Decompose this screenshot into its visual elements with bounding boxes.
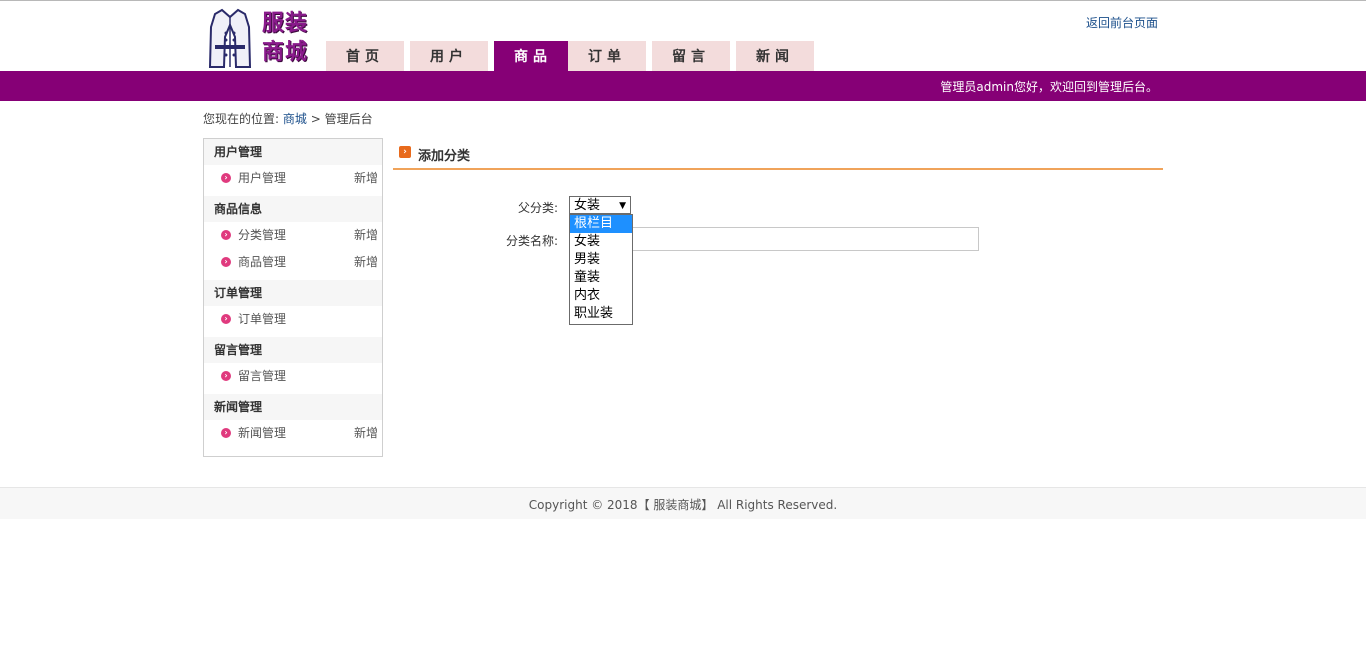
- chevron-right-icon: ›: [221, 257, 231, 267]
- sidebar-group-title: 订单管理: [204, 280, 382, 306]
- sidebar: 用户管理 › 用户管理 新增 商品信息 › 分类管理 新增 › 商品管理 新增 …: [203, 138, 383, 457]
- top-border: [0, 0, 1366, 1]
- sidebar-link[interactable]: 用户管理: [238, 165, 286, 192]
- dropdown-option-men[interactable]: 男装: [570, 251, 632, 269]
- parent-category-label: 父分类:: [517, 201, 558, 215]
- parent-category-select[interactable]: 女装 ▼: [569, 196, 631, 214]
- sidebar-link[interactable]: 订单管理: [238, 306, 286, 333]
- sidebar-link[interactable]: 商品管理: [238, 249, 286, 276]
- sidebar-group-title: 商品信息: [204, 196, 382, 222]
- sidebar-item-user-management: › 用户管理 新增: [204, 165, 382, 192]
- sidebar-item-news-management: › 新闻管理 新增: [204, 420, 382, 447]
- page-title: 添加分类: [418, 149, 471, 164]
- category-name-label: 分类名称:: [505, 234, 558, 248]
- logo-text: 服装商城: [262, 11, 309, 65]
- breadcrumb-link-mall[interactable]: 商城: [283, 112, 307, 126]
- dropdown-option-workwear[interactable]: 职业装: [570, 305, 632, 323]
- chevron-right-icon: ›: [221, 428, 231, 438]
- sidebar-add-link[interactable]: 新增: [354, 249, 378, 276]
- dropdown-option-children[interactable]: 童装: [570, 269, 632, 287]
- sidebar-item-message-management: › 留言管理: [204, 363, 382, 390]
- sidebar-group-title: 留言管理: [204, 337, 382, 363]
- sidebar-add-link[interactable]: 新增: [354, 420, 378, 447]
- back-to-frontend-link[interactable]: 返回前台页面: [1086, 14, 1158, 31]
- parent-category-selected-value: 女装: [574, 198, 601, 213]
- sidebar-link[interactable]: 新闻管理: [238, 420, 286, 447]
- tab-users[interactable]: 用户: [410, 41, 488, 71]
- sidebar-group-title: 新闻管理: [204, 394, 382, 420]
- coat-icon: [208, 8, 252, 68]
- arrow-right-icon: ›: [399, 146, 411, 158]
- dropdown-option-root[interactable]: 根栏目: [570, 215, 632, 233]
- tab-orders[interactable]: 订单: [568, 41, 646, 71]
- breadcrumb-prefix: 您现在的位置:: [203, 112, 280, 126]
- chevron-right-icon: ›: [221, 314, 231, 324]
- sidebar-add-link[interactable]: 新增: [354, 222, 378, 249]
- dropdown-option-underwear[interactable]: 内衣: [570, 287, 632, 305]
- header-bar: [0, 71, 1366, 101]
- parent-category-dropdown: 根栏目 女装 男装 童装 内衣 职业装: [569, 214, 633, 325]
- chevron-right-icon: ›: [221, 371, 231, 381]
- chevron-right-icon: ›: [221, 173, 231, 183]
- tab-products[interactable]: 商品: [494, 41, 572, 71]
- breadcrumb-current: 管理后台: [324, 112, 373, 126]
- tab-messages[interactable]: 留言: [652, 41, 730, 71]
- tab-news[interactable]: 新闻: [736, 41, 814, 71]
- chevron-right-icon: ›: [221, 230, 231, 240]
- breadcrumb-separator: >: [310, 112, 321, 126]
- sidebar-group-title: 用户管理: [204, 139, 382, 165]
- dropdown-option-women[interactable]: 女装: [570, 233, 632, 251]
- sidebar-add-link[interactable]: 新增: [354, 165, 378, 192]
- sidebar-item-category-management: › 分类管理 新增: [204, 222, 382, 249]
- footer: Copyright © 2018【 服装商城】 All Rights Reser…: [0, 487, 1366, 519]
- content-header: › 添加分类: [393, 138, 1163, 170]
- dropdown-arrow-icon: ▼: [619, 201, 626, 211]
- sidebar-item-product-management: › 商品管理 新增: [204, 249, 382, 276]
- tab-home[interactable]: 首页: [326, 41, 404, 71]
- breadcrumb: 您现在的位置: 商城 > 管理后台: [203, 110, 373, 127]
- welcome-text: 管理员admin您好，欢迎回到管理后台。: [940, 80, 1158, 94]
- sidebar-link[interactable]: 留言管理: [238, 363, 286, 390]
- sidebar-item-order-management: › 订单管理: [204, 306, 382, 333]
- copyright-text: Copyright © 2018【 服装商城】 All Rights Reser…: [528, 498, 838, 512]
- sidebar-link[interactable]: 分类管理: [238, 222, 286, 249]
